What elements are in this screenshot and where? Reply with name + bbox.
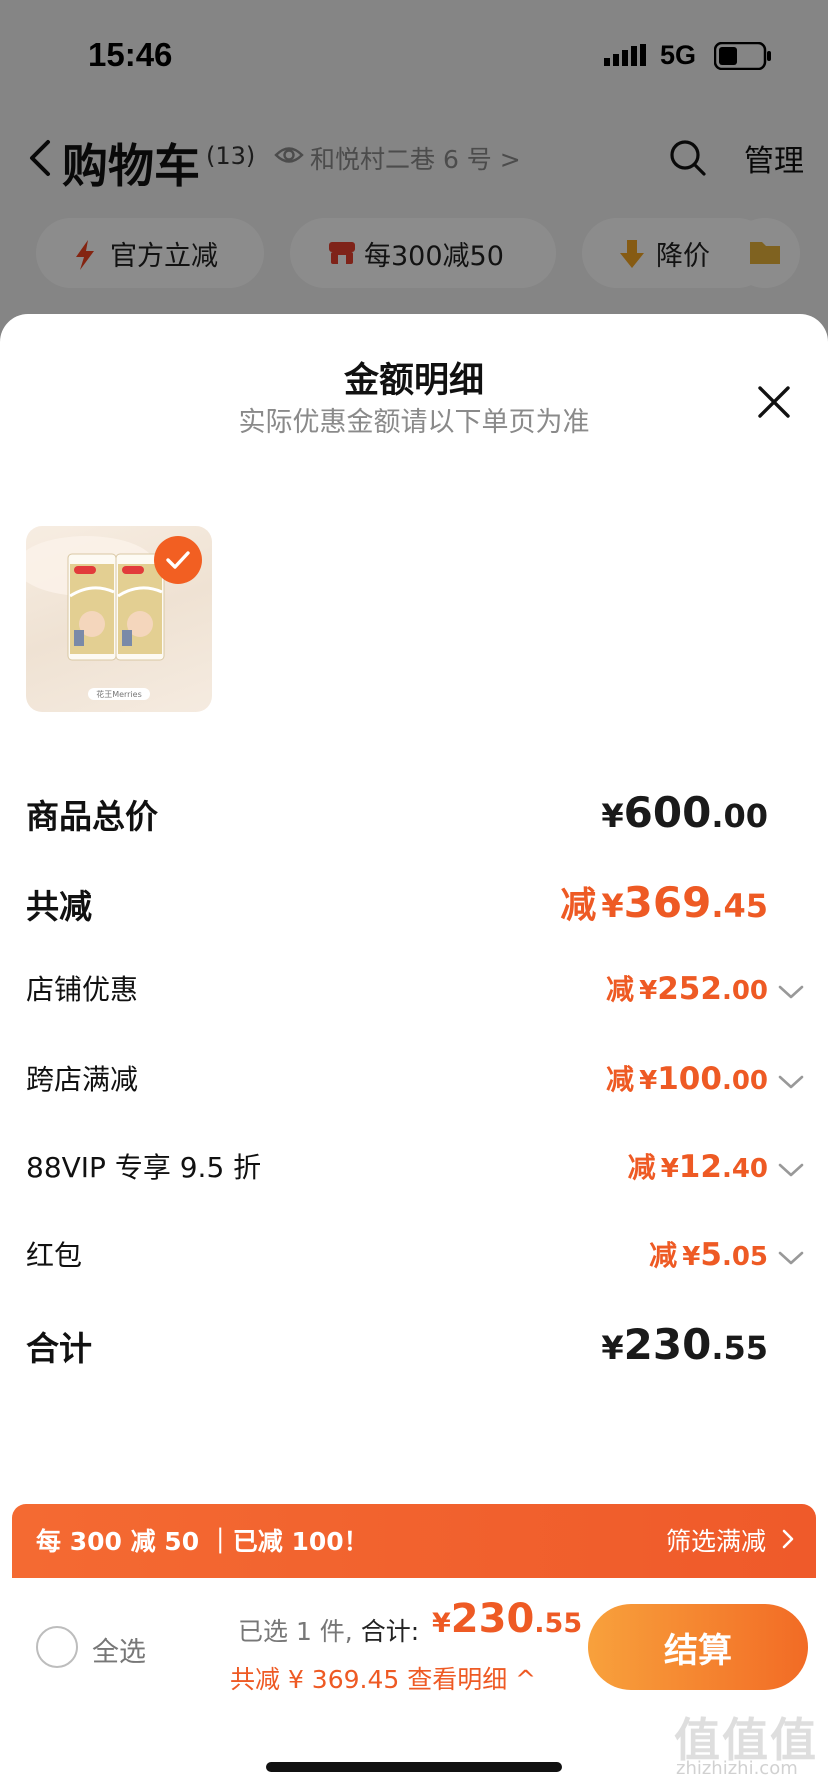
amount-int: 230 (623, 1320, 712, 1369)
yen-sign: ¥ (601, 1329, 624, 1367)
discount-prefix: 减 (560, 885, 597, 926)
amount-dec: .05 (721, 1242, 768, 1272)
discount-prefix: 减 (606, 1063, 635, 1096)
discount-item-row[interactable]: 88VIP 专享 9.5 折 减 ¥12.40 (0, 1146, 828, 1206)
amount-int: 600 (623, 788, 712, 837)
discount-prefix: 减 (627, 1151, 656, 1184)
amount-dec: .55 (534, 1608, 583, 1639)
sheet-subtitle: 实际优惠金额请以下单页为准 (238, 407, 590, 438)
amount-int: 100 (657, 1061, 722, 1097)
grand-total-label: 合计 (26, 1329, 92, 1368)
chevron-down-icon[interactable] (778, 984, 804, 1004)
yen-sign: ¥ (639, 1066, 658, 1096)
view-detail-link[interactable]: 共减 ¥ 369.45 查看明细 ^ (230, 1660, 536, 1696)
discount-item-value: 减 ¥5.05 (649, 1234, 768, 1274)
amount-int: 12 (678, 1149, 722, 1185)
discount-item-label: 店铺优惠 (26, 973, 139, 1006)
filter-reduction-link[interactable]: 筛选满减 (666, 1522, 766, 1558)
discount-item-value: 减 ¥100.00 (606, 1058, 768, 1098)
checkout-button[interactable]: 结算 (588, 1604, 808, 1690)
checkout-total: ¥230.55 (432, 1596, 582, 1642)
discount-item-label: 跨店满减 (26, 1063, 139, 1096)
amount-dec: .00 (711, 797, 768, 835)
selected-check-icon[interactable] (154, 536, 202, 584)
grand-total-value: ¥230.55 (601, 1320, 768, 1369)
discount-item-row[interactable]: 跨店满减 减 ¥100.00 (0, 1058, 828, 1118)
amount-dec: .45 (711, 887, 768, 925)
discount-item-value: 减 ¥252.00 (606, 968, 768, 1008)
amount-dec: .55 (711, 1329, 768, 1367)
amount-int: 252 (657, 971, 722, 1007)
discount-prefix: 减 (606, 973, 635, 1006)
goods-total-label: 商品总价 (26, 797, 158, 836)
sheet-title: 金额明细 (343, 361, 484, 401)
chevron-down-icon[interactable] (778, 1250, 804, 1270)
total-label: 合计: (352, 1617, 420, 1646)
select-all-checkbox[interactable] (36, 1626, 78, 1668)
discount-item-row[interactable]: 红包 减 ¥5.05 (0, 1234, 828, 1294)
goods-total-value: ¥600.00 (601, 788, 768, 837)
discount-item-label: 红包 (26, 1239, 83, 1272)
chevron-right-icon (782, 1529, 794, 1553)
full-reduction-promo-bar[interactable]: 每 300 减 50 ｜已减 100！ 筛选满减 (12, 1504, 816, 1578)
yen-sign: ¥ (601, 887, 624, 925)
discount-prefix: 减 (649, 1239, 678, 1272)
yen-sign: ¥ (660, 1154, 679, 1184)
amount-int: 369 (623, 878, 712, 927)
total-discount-row: 共减 减 ¥369.45 (0, 878, 828, 940)
yen-sign: ¥ (682, 1242, 701, 1272)
amount-int: 230 (450, 1596, 535, 1642)
amount-dec: .00 (721, 1066, 768, 1096)
yen-sign: ¥ (601, 797, 624, 835)
yen-sign: ¥ (639, 976, 658, 1006)
yen-sign: ¥ (432, 1608, 451, 1639)
close-icon[interactable] (756, 384, 792, 424)
amount-int: 5 (700, 1237, 722, 1273)
select-all-label[interactable]: 全选 (92, 1630, 146, 1669)
amount-dec: .40 (721, 1154, 768, 1184)
goods-total-row: 商品总价 ¥600.00 (0, 788, 828, 850)
discount-item-value: 减 ¥12.40 (628, 1146, 768, 1186)
product-label: 花王Merries (96, 689, 142, 699)
selected-count: 已选 1 件, (238, 1617, 353, 1646)
selected-summary: 已选 1 件, 合计: (238, 1612, 419, 1648)
watermark-url: zhizhizhi.com (676, 1758, 798, 1779)
discount-item-label: 88VIP 专享 9.5 折 (26, 1151, 262, 1184)
promo-text: 每 300 减 50 ｜已减 100！ (36, 1527, 369, 1556)
chevron-down-icon[interactable] (778, 1074, 804, 1094)
total-discount-label: 共减 (26, 887, 92, 926)
home-indicator[interactable] (266, 1762, 562, 1772)
discount-item-row[interactable]: 店铺优惠 减 ¥252.00 (0, 968, 828, 1028)
chevron-down-icon[interactable] (778, 1162, 804, 1182)
total-discount-value: 减 ¥369.45 (560, 876, 768, 928)
amount-dec: .00 (721, 976, 768, 1006)
grand-total-row: 合计 ¥230.55 (0, 1320, 828, 1382)
